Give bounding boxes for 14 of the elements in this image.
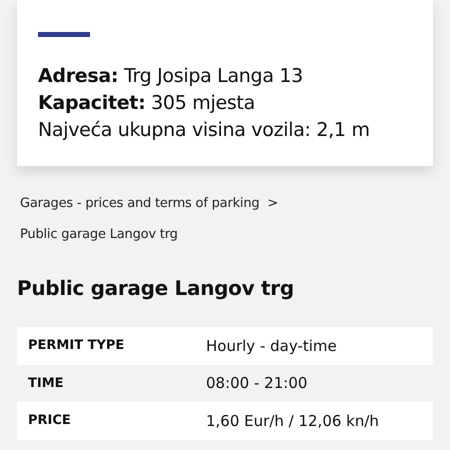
breadcrumb-link[interactable]: Garages - prices and terms of parking <box>20 196 260 227</box>
table-value: 1,60 Eur/h / 12,06 kn/h <box>206 412 379 430</box>
detail-line: Najveća ukupna visina vozila: 2,1 m <box>38 118 371 143</box>
table-value: 08:00 - 21:00 <box>206 374 308 392</box>
table-label: TIME <box>27 376 65 391</box>
detail-line: Kapacitet: 305 mjesta <box>38 91 256 116</box>
table-value: Hourly - day-time <box>206 336 337 355</box>
table-label: PERMIT TYPE <box>27 338 126 354</box>
detail-line: Adresa: Trg Josipa Langa 13 <box>38 64 304 89</box>
page-heading: Public garage Langov trg <box>17 276 295 300</box>
table-label: PRICE <box>27 413 72 428</box>
breadcrumb-separator: > <box>267 196 278 213</box>
accent-bar <box>38 32 90 37</box>
breadcrumb-link[interactable]: Public garage Langov trg <box>20 227 178 258</box>
